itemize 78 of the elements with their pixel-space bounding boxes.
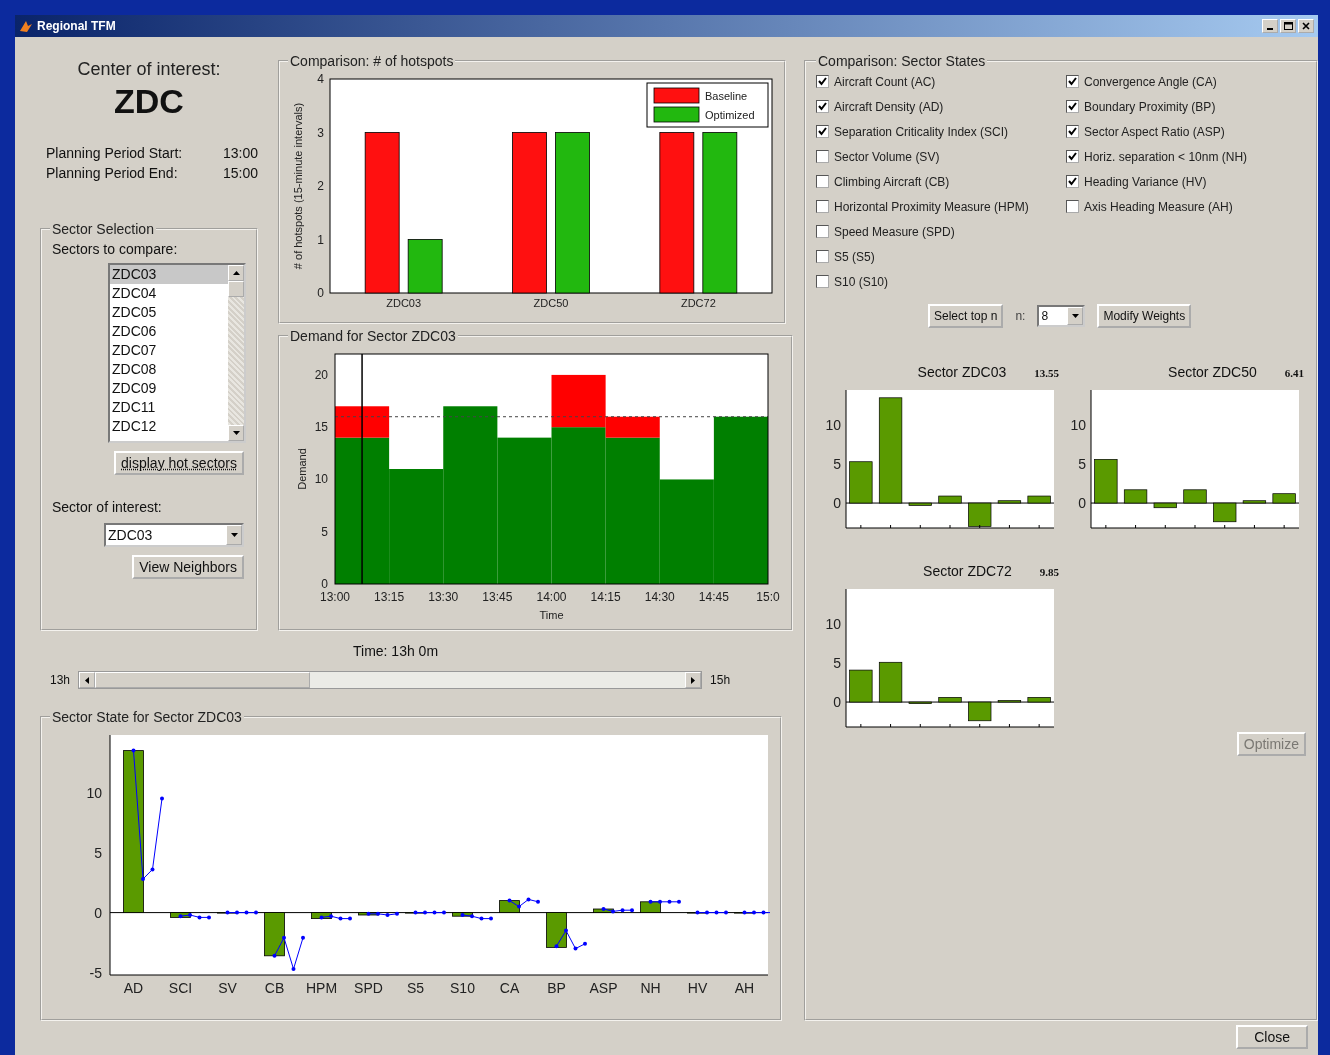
category-label: CA xyxy=(499,980,520,996)
category-label: BP xyxy=(547,980,566,996)
category-label: S5 xyxy=(406,980,425,996)
tick-label: 13:00 xyxy=(320,590,350,604)
tick-label: 10 xyxy=(825,616,841,633)
panel-title: Demand for Sector ZDC03 xyxy=(289,328,457,344)
planning-label: Planning Period End: xyxy=(46,165,178,181)
tick-label: 10 xyxy=(825,417,841,434)
planning-value: 15:00 xyxy=(222,165,258,181)
planning-label: Planning Period Start: xyxy=(46,145,183,161)
tick-label: 3 xyxy=(317,125,324,140)
chart-title: Sector ZDC72 xyxy=(923,563,1012,579)
category-label: AD xyxy=(123,980,144,996)
sector-score: 9.85 xyxy=(1039,566,1059,578)
category-label: SPD xyxy=(354,980,383,996)
sector-score: 6.41 xyxy=(1284,367,1304,379)
category-label: SCI xyxy=(168,980,193,996)
category-label: S10 xyxy=(450,980,475,996)
panel-title: Sector State for Sector ZDC03 xyxy=(51,709,243,725)
tick-label: 5 xyxy=(321,524,328,539)
field-label: Sectors to compare: xyxy=(52,241,179,257)
field-label: Sector of interest: xyxy=(52,499,163,515)
category-label: HPM xyxy=(305,980,338,996)
tick-label: 14:30 xyxy=(644,590,675,604)
category-label: SV xyxy=(218,980,237,996)
tick-label: 5 xyxy=(1078,456,1086,473)
slider-max-label: 15h xyxy=(710,673,731,687)
panel-title: Comparison: # of hotspots xyxy=(289,53,455,69)
tick-label: 0 xyxy=(833,694,841,711)
tick-label: 15 xyxy=(314,420,328,435)
tick-label: -5 xyxy=(89,964,102,981)
window-title: Regional TFM xyxy=(37,19,116,33)
legend-label: Optimized xyxy=(705,109,755,121)
tick-label: 5 xyxy=(833,456,841,473)
chart-title: Sector ZDC03 xyxy=(917,364,1007,380)
tick-label: 15:0 xyxy=(756,590,780,604)
chart-title: Sector ZDC50 xyxy=(1168,364,1257,380)
tick-label: 0 xyxy=(94,904,102,921)
tick-label: 1 xyxy=(317,232,324,247)
legend-label: Baseline xyxy=(705,90,748,102)
category-label: AH xyxy=(734,980,755,996)
axis-label: Demand xyxy=(296,448,308,490)
tick-label: 20 xyxy=(314,367,328,382)
tick-label: 10 xyxy=(1070,417,1086,434)
category-label: NH xyxy=(640,980,661,996)
planning-value: 13:00 xyxy=(222,145,258,161)
sector-score: 13.55 xyxy=(1034,367,1059,379)
tick-label: 13:15 xyxy=(374,590,405,604)
tick-label: 5 xyxy=(833,655,841,672)
tick-label: 5 xyxy=(94,844,102,861)
field-label: n: xyxy=(1015,309,1026,323)
tick-label: 0 xyxy=(1078,495,1086,512)
tick-label: 14:45 xyxy=(698,590,729,604)
tick-label: 10 xyxy=(314,472,328,487)
tick-label: 0 xyxy=(317,286,324,300)
tick-label: 2 xyxy=(317,179,324,193)
slider-min-label: 13h xyxy=(50,673,71,687)
category-label: ZDC03 xyxy=(386,297,422,309)
center-value: ZDC xyxy=(113,82,185,121)
category-label: CB xyxy=(264,980,285,996)
center-label: Center of interest: xyxy=(76,59,222,80)
panel-title: Comparison: Sector States xyxy=(817,53,987,69)
tick-label: 14:00 xyxy=(536,590,567,604)
time-label: Time: 13h 0m xyxy=(353,643,440,659)
category-label: ASP xyxy=(589,980,618,996)
tick-label: 13:30 xyxy=(428,590,459,604)
axis-label: Time xyxy=(539,609,564,621)
tick-label: 0 xyxy=(321,577,328,591)
category-label: HV xyxy=(687,980,708,996)
tick-label: 14:15 xyxy=(590,590,621,604)
panel-title: Sector Selection xyxy=(51,221,155,237)
tick-label: 10 xyxy=(86,784,102,801)
tick-label: 13:45 xyxy=(482,590,513,604)
tick-label: 0 xyxy=(833,495,841,512)
tick-label: 4 xyxy=(317,72,324,86)
axis-label: # of hotspots (15-minute intervals) xyxy=(292,102,304,270)
category-label: ZDC50 xyxy=(533,297,569,309)
category-label: ZDC72 xyxy=(680,297,716,309)
